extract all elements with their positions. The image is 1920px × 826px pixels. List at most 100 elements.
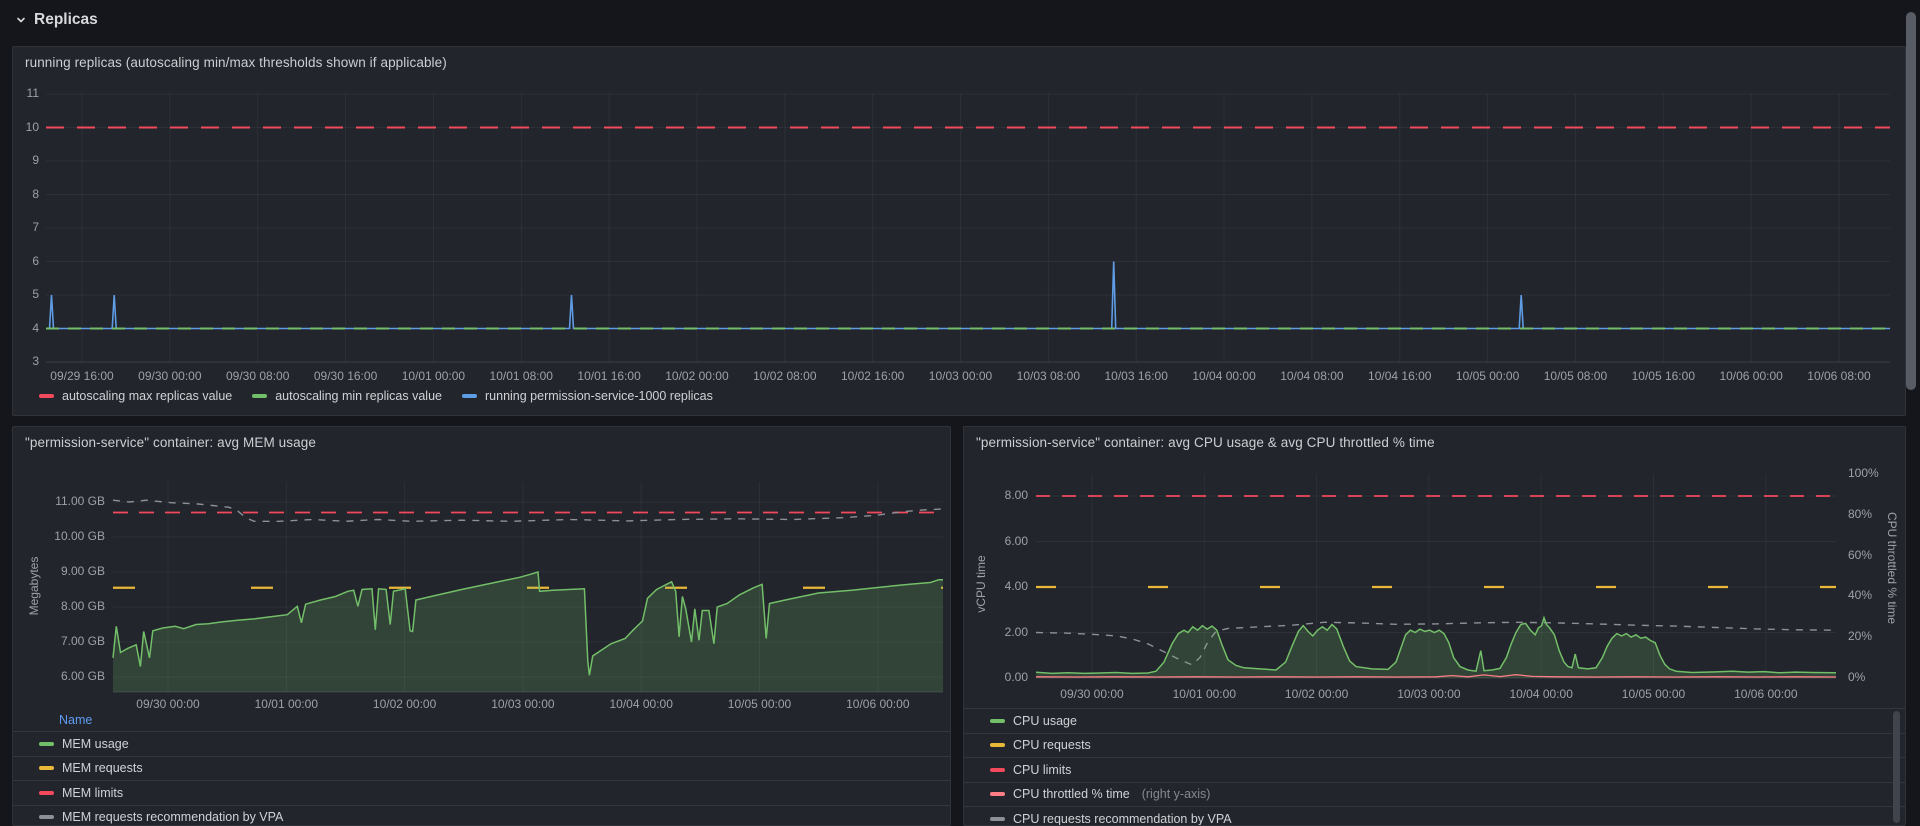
legend-item-mem-requests-recommendation-by-vpa[interactable]: MEM requests recommendation by VPA <box>13 805 950 826</box>
y-axis-label-right: CPU throttled % time <box>1885 512 1899 624</box>
panel-title-mem-usage[interactable]: "permission-service" container: avg MEM … <box>25 435 316 450</box>
legend-item-label: MEM requests recommendation by VPA <box>62 810 283 824</box>
legend-item-autoscaling-max-replicas-value[interactable]: autoscaling max replicas value <box>39 389 232 403</box>
x-tick-label: 10/01 08:00 <box>477 369 565 384</box>
section-replicas-toggle[interactable]: Replicas <box>14 8 98 32</box>
legend-item-label: MEM limits <box>62 786 123 800</box>
series-color-dash <box>39 791 54 795</box>
chart-svg <box>13 47 1905 415</box>
y-tick-label-right: 60% <box>1848 548 1872 563</box>
x-tick-label: 10/04 08:00 <box>1268 369 1356 384</box>
legend-item-cpu-usage[interactable]: CPU usage <box>964 708 1905 733</box>
legend-item-cpu-requests[interactable]: CPU requests <box>964 733 1905 758</box>
legend-item-cpu-throttled-time[interactable]: CPU throttled % time (right y-axis) <box>964 782 1905 807</box>
series-color-dash <box>990 792 1005 796</box>
legend-header-name[interactable]: Name <box>13 708 950 731</box>
series-color-dash <box>990 719 1005 723</box>
y-tick-label-left: 8.00 <box>988 488 1028 503</box>
chevron-down-icon <box>14 13 28 27</box>
legend-item-autoscaling-min-replicas-value[interactable]: autoscaling min replicas value <box>252 389 442 403</box>
y-tick-label: 8 <box>13 187 39 202</box>
x-tick-label: 10/05 16:00 <box>1619 369 1707 384</box>
x-tick-label: 09/30 00:00 <box>1047 687 1137 702</box>
y-tick-label: 5 <box>13 287 39 302</box>
series-color-dash <box>39 394 54 398</box>
x-tick-label: 10/05 00:00 <box>1444 369 1532 384</box>
x-tick-label: 10/03 08:00 <box>1004 369 1092 384</box>
series-color-dash <box>462 394 477 398</box>
x-tick-label: 10/03 00:00 <box>917 369 1005 384</box>
y-tick-label: 9 <box>13 153 39 168</box>
series-color-dash <box>252 394 267 398</box>
series-color-dash <box>990 768 1005 772</box>
legend-item-label: CPU requests recommendation by VPA <box>1013 812 1232 826</box>
legend-item-mem-requests[interactable]: MEM requests <box>13 756 950 781</box>
legend-item-label: running permission-service-1000 replicas <box>485 389 713 403</box>
y-tick-label-right: 20% <box>1848 629 1872 644</box>
legend-table: Name MEM usage MEM requests MEM limits MEM r… <box>13 708 950 826</box>
panel-cpu-usage: "permission-service" container: avg CPU … <box>963 426 1906 826</box>
y-tick-label: 3 <box>13 354 39 369</box>
y-tick-label-right: 100% <box>1848 466 1879 481</box>
legend-item-cpu-limits[interactable]: CPU limits <box>964 757 1905 782</box>
y-tick-label: 10 <box>13 120 39 135</box>
page-scrollbar[interactable] <box>1906 12 1916 390</box>
y-tick-label-left: 2.00 <box>988 625 1028 640</box>
x-tick-label: 10/02 16:00 <box>829 369 917 384</box>
legend-item-mem-usage[interactable]: MEM usage <box>13 731 950 756</box>
legend-item-label: autoscaling min replicas value <box>275 389 442 403</box>
legend-item-label: MEM usage <box>62 737 129 751</box>
series-color-dash <box>990 743 1005 747</box>
series-color-dash <box>39 742 54 746</box>
x-tick-label: 10/04 00:00 <box>1496 687 1586 702</box>
x-tick-label: 10/02 00:00 <box>653 369 741 384</box>
x-tick-label: 10/05 00:00 <box>1609 687 1699 702</box>
x-tick-label: 10/02 00:00 <box>1272 687 1362 702</box>
panel-title-running-replicas[interactable]: running replicas (autoscaling min/max th… <box>25 55 447 70</box>
x-tick-label: 10/03 16:00 <box>1092 369 1180 384</box>
legend-item-running-permission-service-1000-replicas[interactable]: running permission-service-1000 replicas <box>462 389 713 403</box>
panel-running-replicas: running replicas (autoscaling min/max th… <box>12 46 1906 416</box>
y-tick-label-right: 80% <box>1848 507 1872 522</box>
series-color-dash <box>39 766 54 770</box>
legend-item-label: CPU limits <box>1013 763 1071 777</box>
y-tick-label: 7 <box>13 220 39 235</box>
x-tick-label: 10/06 08:00 <box>1795 369 1883 384</box>
x-tick-label: 09/30 00:00 <box>126 369 214 384</box>
section-title: Replicas <box>34 11 98 29</box>
legend-item-label: MEM requests <box>62 761 143 775</box>
legend-table: CPU usage CPU requests CPU limits CPU throt… <box>964 708 1905 826</box>
y-tick-label: 6.00 GB <box>33 669 105 684</box>
y-tick-label: 9.00 GB <box>33 564 105 579</box>
y-tick-label-left: 6.00 <box>988 534 1028 549</box>
x-tick-label: 09/29 16:00 <box>38 369 126 384</box>
x-tick-label: 10/03 00:00 <box>1384 687 1474 702</box>
series-color-dash <box>990 817 1005 821</box>
x-tick-label: 10/02 08:00 <box>741 369 829 384</box>
x-tick-label: 09/30 08:00 <box>214 369 302 384</box>
legend-item-cpu-requests-recommendation-by-vpa[interactable]: CPU requests recommendation by VPA <box>964 806 1905 826</box>
y-tick-label-left: 0.00 <box>988 670 1028 685</box>
y-tick-label-right: 0% <box>1848 670 1865 685</box>
legend-scrollbar[interactable] <box>1893 711 1900 823</box>
x-tick-label: 10/04 00:00 <box>1180 369 1268 384</box>
y-tick-label-right: 40% <box>1848 588 1872 603</box>
x-tick-label: 09/30 16:00 <box>302 369 390 384</box>
y-tick-label: 8.00 GB <box>33 599 105 614</box>
panel-title-cpu-usage[interactable]: "permission-service" container: avg CPU … <box>976 435 1435 450</box>
y-tick-label: 7.00 GB <box>33 634 105 649</box>
y-axis-label-left: vCPU time <box>974 549 988 619</box>
legend-item-label: CPU requests <box>1013 738 1091 752</box>
legend-item-label: autoscaling max replicas value <box>62 389 232 403</box>
y-tick-label: 11 <box>13 86 39 101</box>
x-tick-label: 10/01 00:00 <box>1159 687 1249 702</box>
x-tick-label: 10/05 08:00 <box>1531 369 1619 384</box>
x-tick-label: 10/01 00:00 <box>389 369 477 384</box>
y-tick-label: 11.00 GB <box>33 494 105 509</box>
legend-item-label: CPU throttled % time <box>1013 787 1130 801</box>
y-tick-label: 4 <box>13 321 39 336</box>
legend-item-mem-limits[interactable]: MEM limits <box>13 780 950 805</box>
legend-item-suffix: (right y-axis) <box>1142 787 1211 801</box>
x-tick-label: 10/01 16:00 <box>565 369 653 384</box>
y-tick-label: 6 <box>13 254 39 269</box>
